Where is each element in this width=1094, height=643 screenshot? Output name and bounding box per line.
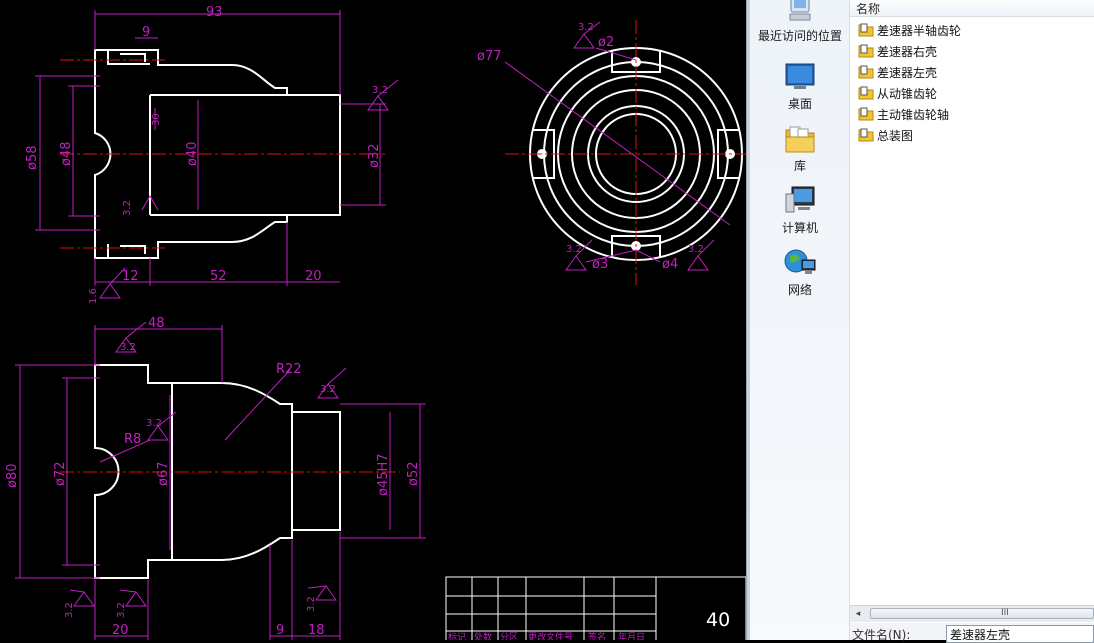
view1-centerlines bbox=[60, 59, 385, 249]
dim-d40: ø40 bbox=[185, 142, 200, 167]
view2-dimlines bbox=[504, 21, 731, 271]
roughness-label: 3.2 bbox=[566, 244, 582, 255]
dim-d67: ø67 bbox=[156, 462, 171, 487]
title-block bbox=[445, 576, 746, 640]
horizontal-scrollbar[interactable]: ◂ III bbox=[850, 605, 1094, 622]
roughness-label: 3.2 bbox=[320, 384, 336, 395]
dwg-file-icon bbox=[858, 107, 874, 121]
roughness-label: 3.2 bbox=[122, 200, 133, 216]
title-header: 年月日 bbox=[618, 631, 645, 640]
dim-30: 30 bbox=[151, 113, 162, 126]
dim-d4: ø4 bbox=[662, 257, 678, 272]
file-name: 从动锥齿轮 bbox=[877, 87, 938, 101]
dwg-file-icon bbox=[858, 65, 874, 79]
dim-12: 12 bbox=[122, 269, 139, 284]
roughness-label: 1.6 bbox=[88, 288, 99, 304]
title-header: 更改文件号 bbox=[528, 631, 573, 640]
scrollbar-thumb[interactable]: III bbox=[870, 608, 1094, 619]
desktop-icon bbox=[784, 62, 816, 92]
file-name: 差速器半轴齿轮 bbox=[877, 24, 962, 38]
title-header: 签名 bbox=[588, 631, 606, 640]
dim-20: 20 bbox=[305, 269, 322, 284]
roughness-label: 3.2 bbox=[578, 22, 594, 33]
view3-dim-text: 48 R22 R8 ø80 ø72 ø67 ø45H7 ø52 20 9 18 … bbox=[5, 316, 421, 638]
dim-d77: ø77 bbox=[477, 49, 502, 64]
dim-d58: ø58 bbox=[25, 146, 40, 171]
filename-label: 文件名(N): bbox=[852, 628, 911, 642]
roughness-label: 3.2 bbox=[116, 602, 127, 618]
dwg-file-icon bbox=[858, 128, 874, 142]
dim-d45h7: ø45H7 bbox=[376, 453, 391, 496]
dim-d48: ø48 bbox=[59, 142, 74, 167]
file-name: 主动锥齿轮轴 bbox=[877, 108, 950, 122]
scrollbar-grip: III bbox=[1001, 608, 1009, 618]
scroll-left-arrow-icon[interactable]: ◂ bbox=[852, 608, 864, 620]
title-header: 标记 bbox=[448, 631, 466, 640]
roughness-label: 3.2 bbox=[146, 418, 162, 429]
nav-item-library[interactable]: 库 bbox=[750, 124, 850, 174]
file-name: 总装图 bbox=[877, 129, 914, 143]
nav-label: 计算机 bbox=[781, 221, 818, 235]
nav-item-desktop[interactable]: 桌面 bbox=[750, 62, 850, 112]
dim-r22: R22 bbox=[276, 362, 302, 377]
roughness-label: 3.2 bbox=[688, 244, 704, 255]
dim-9: 9 bbox=[276, 623, 284, 638]
filename-bar: 文件名(N): 差速器左壳 bbox=[850, 623, 1094, 643]
dim-52: 52 bbox=[210, 269, 227, 284]
roughness-label: 3.2 bbox=[372, 85, 388, 96]
filename-input[interactable]: 差速器左壳 bbox=[946, 625, 1094, 643]
dim-d52: ø52 bbox=[406, 462, 421, 487]
recent-places-icon bbox=[784, 0, 816, 24]
title-header: 处数 bbox=[474, 631, 492, 640]
dim-20: 20 bbox=[112, 623, 129, 638]
dim-d3: ø3 bbox=[592, 257, 608, 272]
computer-icon bbox=[784, 186, 816, 216]
dim-48: 48 bbox=[148, 316, 165, 331]
roughness-label: 3.2 bbox=[120, 342, 136, 353]
dwg-file-icon bbox=[858, 44, 874, 58]
column-header-name[interactable]: 名称 bbox=[850, 0, 1094, 17]
dim-d80: ø80 bbox=[5, 464, 20, 489]
nav-label: 网络 bbox=[787, 283, 812, 297]
file-list-pane: 名称 差速器半轴齿轮 差速器右壳 差速器左壳 从动锥齿轮 主动锥齿轮轴 总装图 … bbox=[850, 0, 1094, 643]
network-icon bbox=[784, 248, 816, 278]
dim-9: 9 bbox=[142, 25, 150, 40]
title-header: 分区 bbox=[500, 632, 518, 640]
dwg-file-icon bbox=[858, 23, 874, 37]
file-name: 差速器左壳 bbox=[877, 66, 938, 80]
nav-item-network[interactable]: 网络 bbox=[750, 248, 850, 298]
cad-drawing-canvas[interactable]: 93 9 ø58 ø48 ø40 30 ø32 12 52 20 3.2 3.2… bbox=[0, 0, 746, 640]
nav-label: 桌面 bbox=[787, 97, 812, 111]
dim-18: 18 bbox=[308, 623, 325, 638]
cad-drawing-svg: 93 9 ø58 ø48 ø40 30 ø32 12 52 20 3.2 3.2… bbox=[5, 5, 746, 640]
library-icon bbox=[784, 124, 816, 154]
title-block-headers: 标记 处数 分区 更改文件号 签名 年月日 bbox=[448, 631, 645, 640]
roughness-label: 3.2 bbox=[306, 596, 317, 612]
nav-label: 库 bbox=[793, 159, 806, 173]
file-name: 差速器右壳 bbox=[877, 45, 938, 59]
view3-dimlines bbox=[15, 321, 426, 640]
sheet-number: 40 bbox=[706, 609, 730, 631]
nav-label: 最近访问的位置 bbox=[757, 29, 842, 43]
dim-r8: R8 bbox=[124, 432, 141, 447]
dim-d2: ø2 bbox=[598, 35, 614, 50]
dwg-file-icon bbox=[858, 86, 874, 100]
dim-93: 93 bbox=[206, 5, 223, 20]
roughness-label: 3.2 bbox=[64, 602, 75, 618]
column-header-label: 名称 bbox=[856, 2, 881, 16]
dim-d72: ø72 bbox=[53, 462, 68, 487]
nav-item-computer[interactable]: 计算机 bbox=[750, 186, 850, 236]
dim-d32: ø32 bbox=[367, 144, 382, 169]
navigation-pane: 最近访问的位置 桌面 库 计算机 网络 bbox=[750, 0, 850, 640]
nav-item-recent-places[interactable]: 最近访问的位置 bbox=[750, 0, 850, 44]
